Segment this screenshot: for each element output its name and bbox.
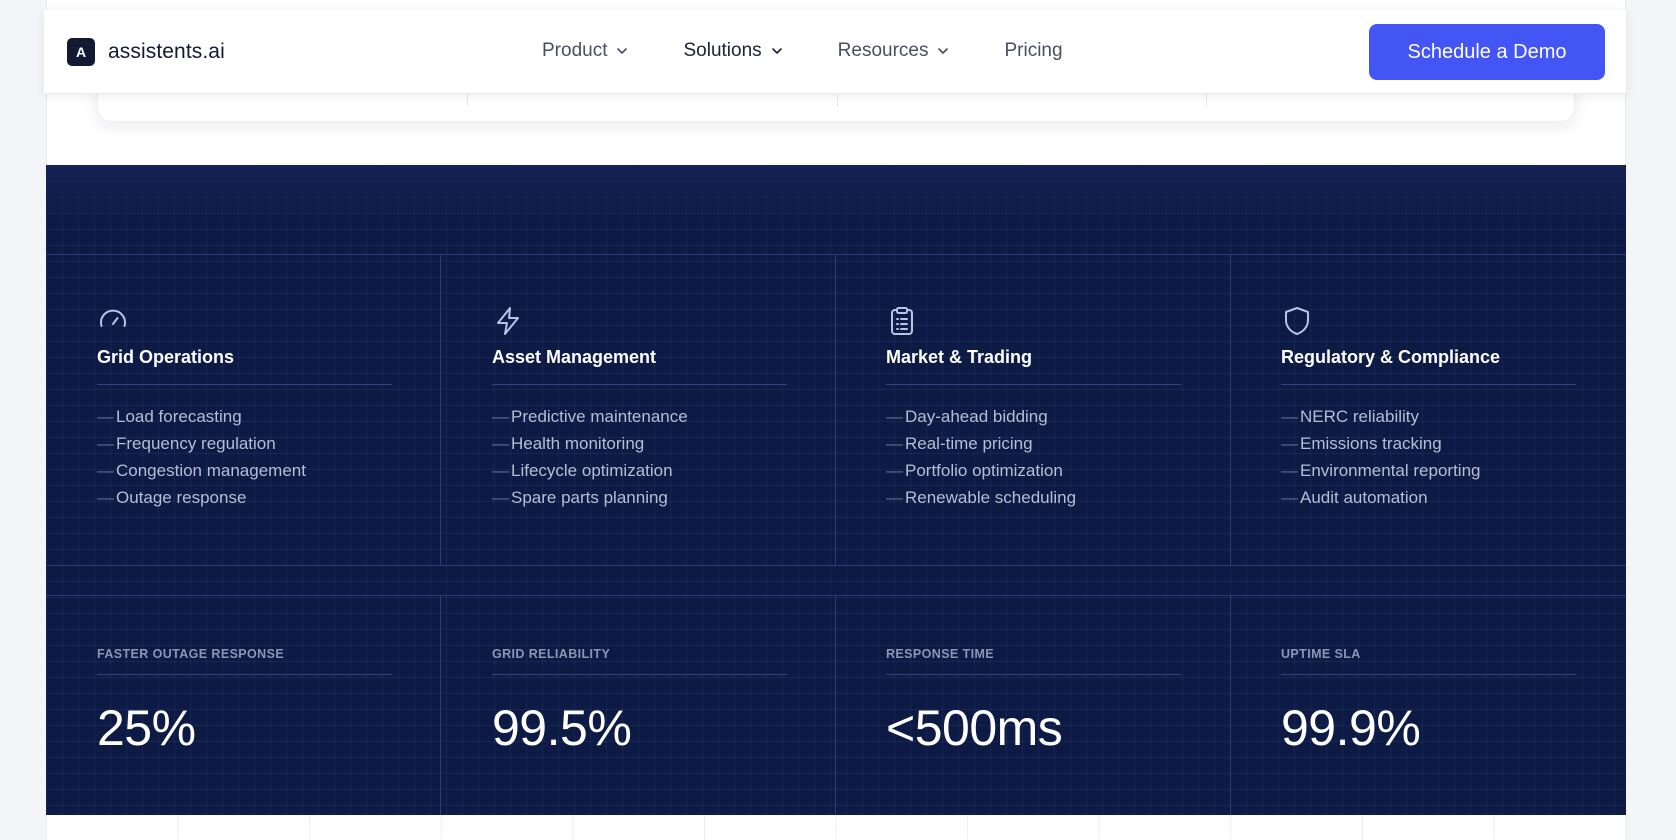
column-divider [440,254,441,565]
list-item: — Frequency regulation [97,434,276,453]
list-item: — Predictive maintenance [492,407,688,426]
capability-title: Asset Management [492,347,787,385]
capability-title: Regulatory & Compliance [1281,347,1576,385]
metric-value: <500ms [886,700,1063,756]
list-item: — Environmental reporting [1281,461,1481,480]
list-item: — Spare parts planning [492,488,668,507]
list-item: — Renewable scheduling [886,488,1077,507]
nav-pricing[interactable]: Pricing [1004,40,1062,62]
column-divider [440,595,441,816]
metric-outage-response: FASTER OUTAGE RESPONSE 25% [97,647,392,757]
nav-resources[interactable]: Resources [838,40,951,62]
list-item: — Health monitoring [492,434,645,453]
grid-divider [46,254,1626,255]
grid-divider [46,595,1626,596]
logo-text: assistents.ai [108,40,225,63]
nav-product[interactable]: Product [542,40,629,62]
capability-grid-operations: Grid Operations — Load forecasting — Frequ… [97,305,392,511]
nav-pricing-label: Pricing [1004,40,1063,61]
nav-resources-label: Resources [837,40,929,61]
nav-links: Product Solutions Resources Pricing [542,40,1117,62]
metric-label: GRID RELIABILITY [492,647,787,675]
column-divider [1230,254,1231,565]
list-item: — Congestion management [97,461,306,480]
metric-value: 99.9% [1281,700,1421,756]
chevron-down-icon [938,48,949,54]
shield-icon [1281,305,1313,337]
column-divider [835,595,836,816]
chevron-down-icon [771,48,782,54]
logo-mark: A [67,38,95,66]
capability-list: — NERC reliability — Emissions tracking — E… [1281,403,1576,511]
industry-section: Grid Operations — Load forecasting — Frequ… [46,165,1626,816]
capability-list: — Load forecasting — Frequency regulation … [97,403,392,511]
column-divider [835,254,836,565]
schedule-demo-button[interactable]: Schedule a Demo [1369,24,1605,80]
metric-uptime-sla: UPTIME SLA 99.9% [1281,647,1576,757]
grid-divider [46,565,1626,566]
list-item: — NERC reliability [1281,407,1420,426]
nav-solutions[interactable]: Solutions [683,40,783,62]
metric-label: UPTIME SLA [1281,647,1576,675]
gauge-icon [97,305,129,337]
list-item: — Day-ahead bidding [886,407,1048,426]
list-item: — Emissions tracking [1281,434,1442,453]
list-item: — Load forecasting [97,407,242,426]
column-divider [1230,595,1231,816]
list-item: — Outage response [97,488,247,507]
capability-title: Market & Trading [886,347,1181,385]
chevron-down-icon [617,48,628,54]
clipboard-icon [886,305,918,337]
list-item: — Audit automation [1281,488,1428,507]
list-item: — Real-time pricing [886,434,1033,453]
next-section-edge [46,815,1626,840]
metric-response-time: RESPONSE TIME <500ms [886,647,1181,757]
list-item: — Portfolio optimization [886,461,1063,480]
metric-value: 25% [97,700,196,756]
metric-label: RESPONSE TIME [886,647,1181,675]
metric-grid-reliability: GRID RELIABILITY 99.5% [492,647,787,757]
logo[interactable]: A assistents.ai [67,38,225,66]
metric-label: FASTER OUTAGE RESPONSE [97,647,392,675]
capability-regulatory-compliance: Regulatory & Compliance — NERC reliabilit… [1281,305,1576,511]
nav-solutions-label: Solutions [683,40,762,61]
metric-value: 99.5% [492,700,632,756]
lightning-icon [492,305,524,337]
nav-product-label: Product [542,40,608,61]
capability-market-trading: Market & Trading — Day-ahead bidding — Rea… [886,305,1181,511]
top-nav: A assistents.ai Product Solutions Resour… [44,10,1626,94]
capability-title: Grid Operations [97,347,392,385]
capability-list: — Predictive maintenance — Health monitori… [492,403,787,511]
list-item: — Lifecycle optimization [492,461,673,480]
capability-list: — Day-ahead bidding — Real-time pricing — P… [886,403,1181,511]
capability-asset-management: Asset Management — Predictive maintenance… [492,305,787,511]
